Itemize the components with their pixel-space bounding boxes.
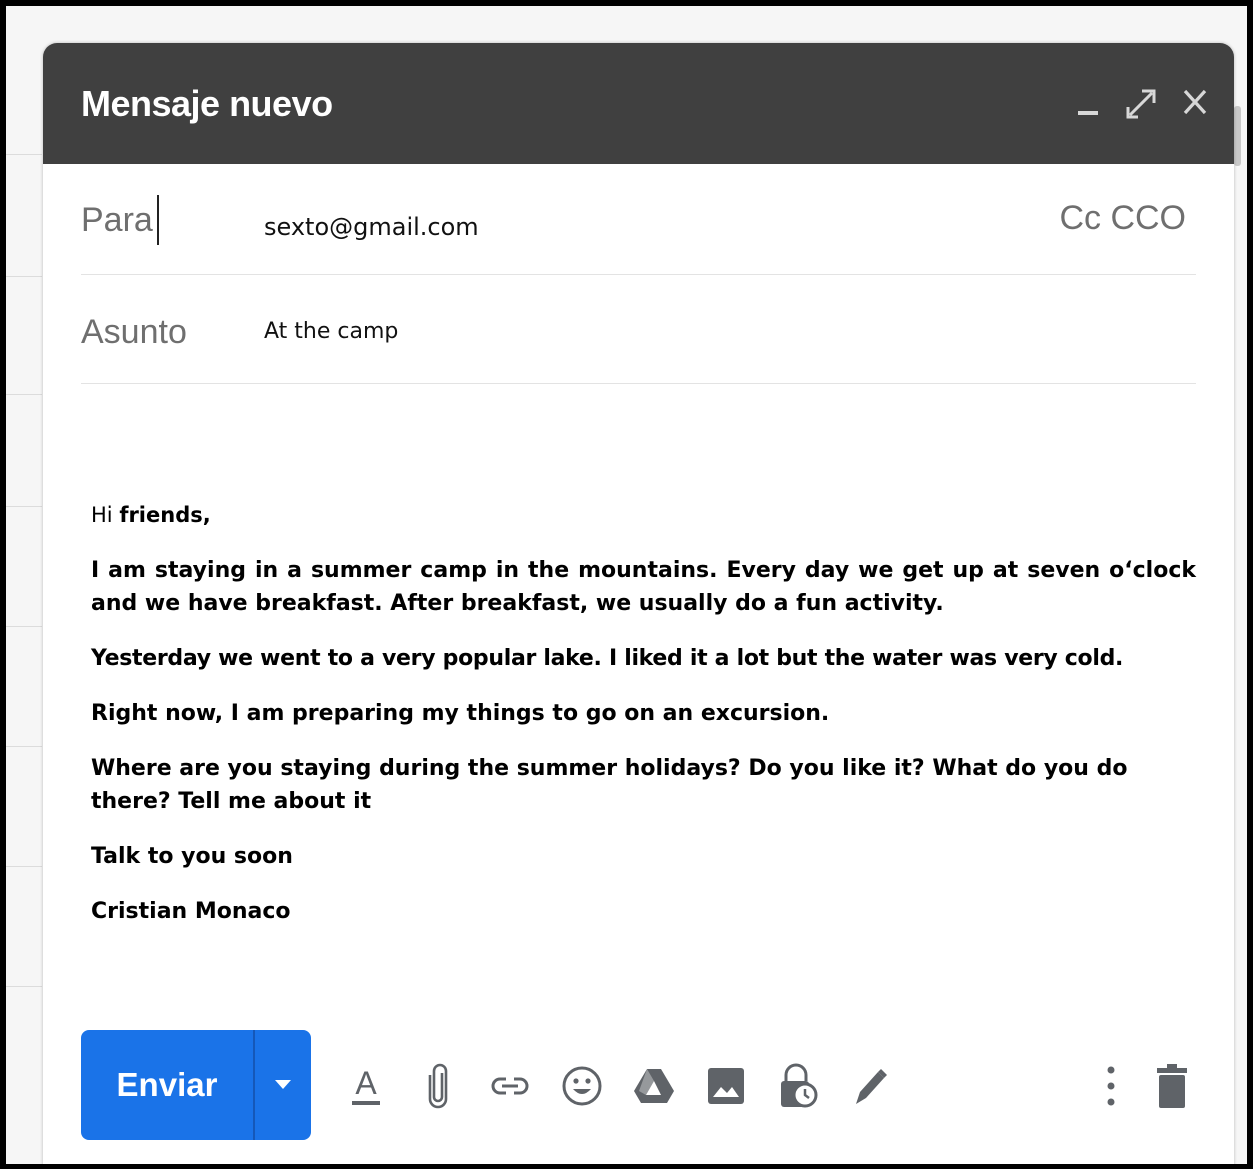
drive-icon[interactable] [625, 1058, 683, 1114]
minimize-icon[interactable] [1076, 85, 1100, 125]
screenshot-frame: Mensaje nuevo Para sexto@gmail.com Cc CC… [0, 0, 1253, 1169]
message-body[interactable]: Hi friends, I am staying in a summer cam… [91, 499, 1196, 950]
more-options-icon[interactable] [1096, 1058, 1126, 1114]
background-divider [6, 154, 42, 155]
link-icon[interactable] [481, 1058, 539, 1114]
message-paragraph: I am staying in a summer camp in the mou… [91, 558, 1196, 616]
close-icon[interactable] [1182, 85, 1208, 125]
compose-window: Mensaje nuevo Para sexto@gmail.com Cc CC… [43, 43, 1234, 1164]
message-closing: Talk to you soon [91, 844, 293, 869]
message-paragraph: Where are you staying during the summer … [91, 756, 1128, 814]
background-divider [6, 626, 42, 627]
cc-bcc-button[interactable]: Cc CCO [1059, 199, 1186, 238]
trash-icon[interactable] [1152, 1058, 1192, 1114]
message-signature: Cristian Monaco [91, 899, 291, 924]
background-divider [6, 276, 42, 277]
expand-icon[interactable] [1126, 85, 1156, 125]
background-divider [6, 986, 42, 987]
schedule-send-dropdown[interactable] [255, 1030, 311, 1140]
background-divider [6, 506, 42, 507]
svg-text:A: A [355, 1065, 377, 1101]
compose-title: Mensaje nuevo [81, 83, 333, 124]
to-recipient[interactable]: sexto@gmail.com [264, 213, 479, 241]
text-cursor [157, 195, 159, 245]
send-button[interactable]: Enviar [81, 1030, 253, 1140]
photo-icon[interactable] [697, 1058, 755, 1114]
greeting-line: Hi friends, [91, 499, 1196, 532]
subject-input[interactable]: At the camp [264, 319, 398, 344]
compose-toolbar: Enviar A [81, 1030, 1196, 1140]
to-divider [81, 274, 1196, 275]
send-button-group: Enviar [81, 1030, 311, 1140]
signature-icon[interactable] [841, 1058, 899, 1114]
message-paragraph: Right now, I am preparing my things to g… [91, 701, 830, 726]
background-divider [6, 394, 42, 395]
greeting-text: Hi [91, 503, 120, 527]
subject-divider [81, 383, 1196, 384]
subject-label: Asunto [81, 313, 187, 351]
emoji-icon[interactable] [553, 1058, 611, 1114]
chevron-down-icon [275, 1080, 291, 1089]
background-divider [6, 746, 42, 747]
format-text-icon[interactable]: A [337, 1058, 395, 1114]
message-paragraph: Yesterday we went to a very popular lake… [91, 646, 1124, 671]
background-divider [6, 866, 42, 867]
background-scrollbar[interactable] [1234, 106, 1241, 166]
to-label: Para [81, 201, 153, 239]
compose-titlebar: Mensaje nuevo [43, 43, 1234, 164]
greeting-bold: friends, [119, 503, 211, 527]
attach-icon[interactable] [409, 1058, 467, 1114]
confidential-icon[interactable] [769, 1058, 827, 1114]
